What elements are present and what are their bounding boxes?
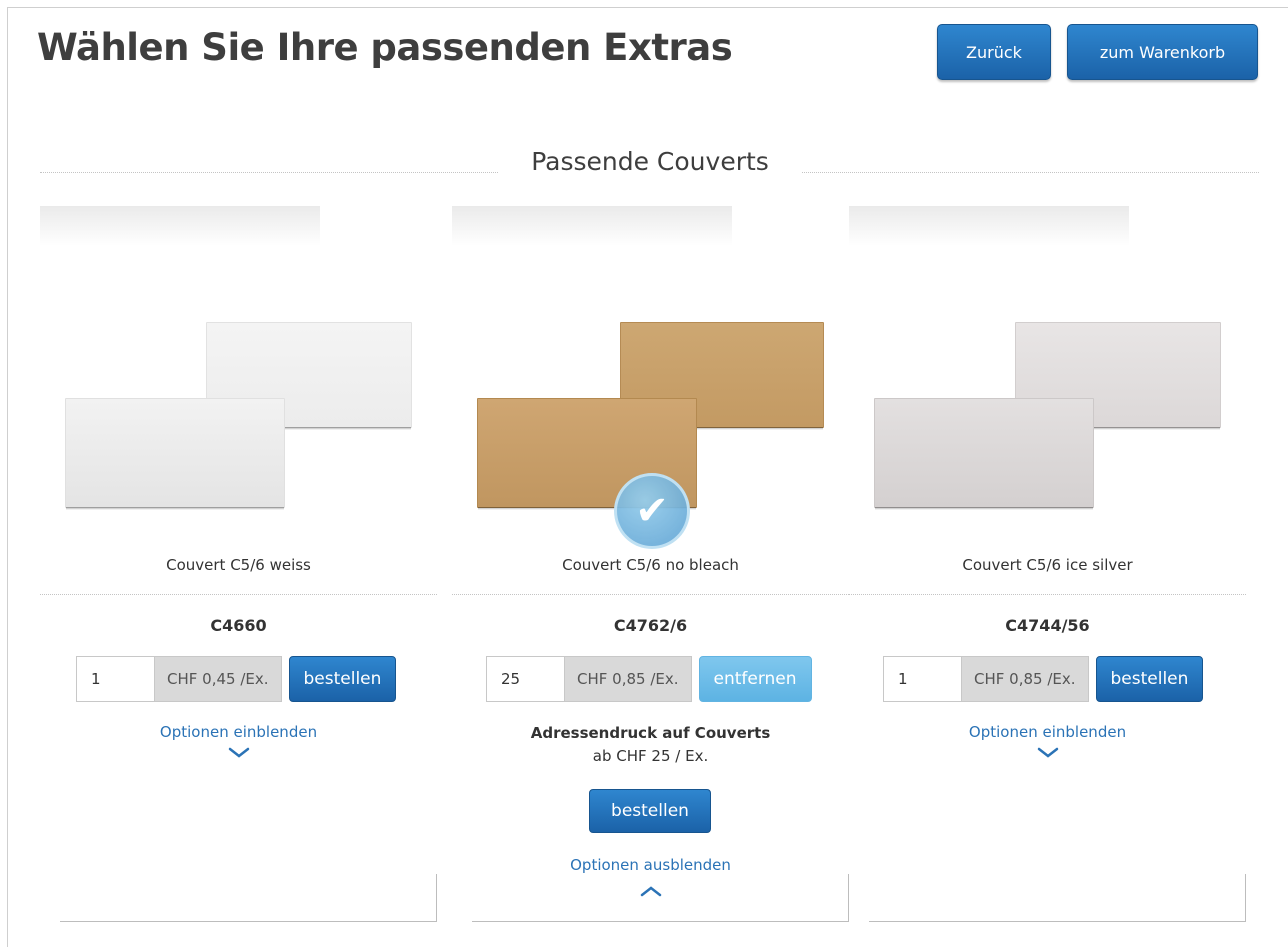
product-card-weiss: Couvert C5/6 weiss C4660 1 CHF 0,45 /Ex.…	[40, 206, 437, 922]
chevron-down-icon[interactable]	[849, 744, 1246, 763]
quantity-input[interactable]: 1	[76, 656, 154, 702]
show-options-link[interactable]: Optionen einblenden	[40, 723, 437, 741]
order-button[interactable]: bestellen	[1095, 656, 1204, 702]
product-name: Couvert C5/6 no bleach	[562, 556, 739, 574]
product-image[interactable]	[849, 316, 1246, 516]
hide-options-link[interactable]: Optionen ausblenden	[452, 856, 849, 874]
product-sku: C4660	[210, 616, 267, 635]
order-button[interactable]: bestellen	[288, 656, 397, 702]
quantity-input[interactable]: 1	[883, 656, 961, 702]
envelope-front	[65, 398, 285, 510]
envelope-front	[874, 398, 1094, 510]
section-divider-right	[802, 172, 1259, 173]
product-name: Couvert C5/6 weiss	[166, 556, 311, 574]
section-divider-left	[40, 172, 498, 173]
order-row: 25 CHF 0,85 /Ex. entfernen	[486, 656, 812, 702]
unit-price: CHF 0,45 /Ex.	[154, 656, 282, 702]
product-sku: C4762/6	[613, 616, 688, 635]
addon-order-button[interactable]: bestellen	[589, 789, 711, 833]
unit-price: CHF 0,85 /Ex.	[961, 656, 1089, 702]
back-button[interactable]: Zurück	[937, 24, 1051, 80]
addon-title: Adressendruck auf Couverts	[530, 724, 771, 742]
order-row: 1 CHF 0,45 /Ex. bestellen	[76, 656, 397, 702]
divider	[849, 594, 1246, 595]
chevron-up-icon[interactable]	[452, 882, 849, 901]
quantity-input[interactable]: 25	[486, 656, 564, 702]
divider	[452, 594, 849, 595]
order-row: 1 CHF 0,85 /Ex. bestellen	[883, 656, 1204, 702]
checkmark-icon: ✔	[614, 473, 690, 549]
product-card-ice-silver: Couvert C5/6 ice silver C4744/56 1 CHF 0…	[849, 206, 1246, 922]
product-name: Couvert C5/6 ice silver	[962, 556, 1133, 574]
product-sku: C4744/56	[1005, 616, 1090, 635]
product-card-no-bleach: ✔ Couvert C5/6 no bleach C4762/6 25 CHF …	[452, 206, 849, 922]
divider	[40, 594, 437, 595]
chevron-down-icon[interactable]	[40, 744, 437, 763]
unit-price: CHF 0,85 /Ex.	[564, 656, 692, 702]
go-to-cart-button[interactable]: zum Warenkorb	[1067, 24, 1258, 80]
addon-price: ab CHF 25 / Ex.	[592, 747, 709, 765]
remove-button[interactable]: entfernen	[698, 656, 812, 702]
section-title: Passende Couverts	[531, 147, 769, 176]
show-options-link[interactable]: Optionen einblenden	[849, 723, 1246, 741]
product-image[interactable]: ✔	[452, 316, 849, 549]
product-image[interactable]	[40, 316, 437, 516]
page-title: Wählen Sie Ihre passenden Extras	[37, 26, 733, 69]
